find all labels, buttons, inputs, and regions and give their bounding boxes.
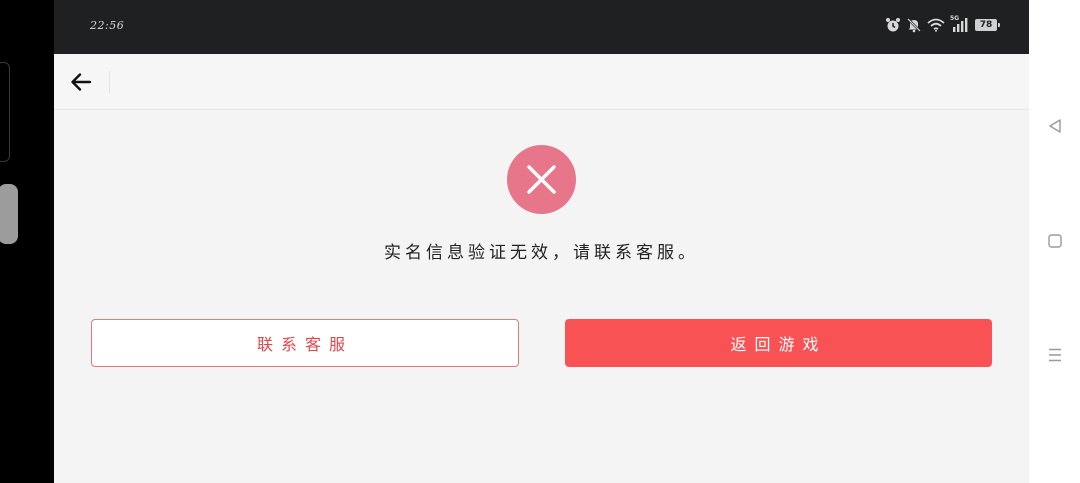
side-panel-handle[interactable]	[0, 184, 18, 244]
back-button[interactable]	[68, 69, 94, 95]
arrow-left-icon	[71, 73, 92, 91]
status-time: 22:56	[90, 19, 125, 32]
app-screen: 22:56 5G 78 实名信息验证无效，请联系客服。 联系客服 返回游戏	[54, 0, 1029, 483]
notifications-off-icon	[906, 17, 922, 33]
cellular-signal-icon: 5G	[950, 15, 970, 33]
nav-home-icon[interactable]	[1047, 233, 1063, 253]
wifi-icon	[927, 18, 945, 32]
status-bar: 22:56 5G 78	[54, 0, 1029, 54]
system-navigation-bar	[1029, 0, 1080, 483]
return-to-game-label: 返回游戏	[730, 335, 827, 354]
top-bar	[54, 54, 1029, 110]
battery-icon: 78	[975, 19, 1000, 31]
return-to-game-button[interactable]: 返回游戏	[565, 319, 992, 367]
contact-support-label: 联系客服	[256, 335, 353, 354]
contact-support-button[interactable]: 联系客服	[91, 319, 519, 367]
nav-back-icon[interactable]	[1047, 118, 1063, 138]
error-x-icon	[507, 145, 576, 214]
nav-menu-icon[interactable]	[1047, 347, 1063, 367]
topbar-divider	[109, 71, 110, 93]
alarm-icon	[885, 17, 901, 33]
device-bezel-left	[0, 0, 54, 483]
status-icons: 5G 78	[885, 15, 1000, 33]
error-message: 实名信息验证无效，请联系客服。	[384, 243, 699, 263]
device-cutout	[0, 62, 10, 162]
